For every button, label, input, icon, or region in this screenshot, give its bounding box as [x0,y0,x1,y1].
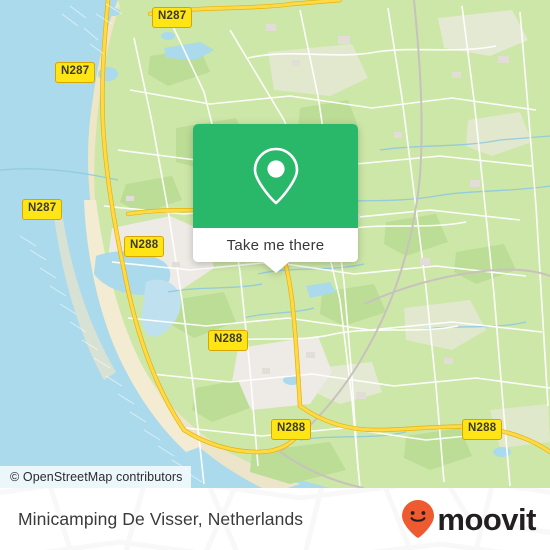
location-popup[interactable]: Take me there [193,124,358,273]
moovit-pin-icon [402,500,435,538]
location-popup-tail [262,262,289,273]
moovit-map-share-card: N287 N287 N287 N288 N288 N288 N288 Take … [0,0,550,550]
road-shield-n288-east: N288 [462,419,503,440]
take-me-there-label: Take me there [226,236,325,254]
location-popup-body[interactable]: Take me there [193,124,358,262]
moovit-logo[interactable]: moovit [401,499,536,539]
location-popup-header [193,124,358,228]
road-shield-n287-west: N287 [55,62,96,83]
road-shield-n287-north: N287 [152,7,193,28]
footer-bar: Minicamping De Visser, Netherlands moovi… [0,488,550,550]
footer-content: Minicamping De Visser, Netherlands moovi… [0,488,550,550]
moovit-wordmark: moovit [437,501,536,537]
road-shield-n288-south: N288 [271,419,312,440]
road-shield-n288-central: N288 [208,330,249,351]
place-title: Minicamping De Visser, Netherlands [18,508,304,529]
location-popup-footer[interactable]: Take me there [193,228,358,262]
map-pin-icon [253,147,298,205]
osm-attribution-text: © OpenStreetMap contributors [10,470,183,484]
road-shield-n287-southwest: N287 [22,199,63,220]
road-shield-n288-west: N288 [124,236,165,257]
osm-attribution[interactable]: © OpenStreetMap contributors [0,466,191,488]
map-canvas[interactable]: N287 N287 N287 N288 N288 N288 N288 Take … [0,0,550,488]
